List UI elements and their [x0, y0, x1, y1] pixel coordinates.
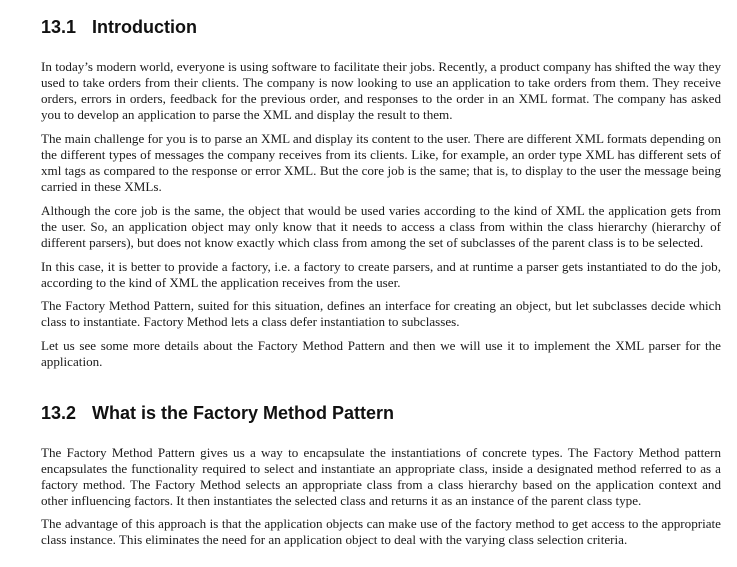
paragraph: The Factory Method Pattern gives us a wa…	[41, 445, 721, 508]
section-heading-introduction: 13.1 Introduction	[41, 16, 197, 38]
paragraph: Although the core job is the same, the o…	[41, 203, 721, 250]
paragraph: The advantage of this approach is that t…	[41, 516, 721, 547]
paragraph: In today’s modern world, everyone is usi…	[41, 59, 721, 122]
section-number: 13.2	[41, 403, 77, 423]
section-number: 13.1	[41, 17, 77, 37]
paragraph: In this case, it is better to provide a …	[41, 259, 721, 290]
paragraph: The main challenge for you is to parse a…	[41, 131, 721, 194]
section-title: What is the Factory Method Pattern	[92, 403, 395, 423]
section-heading-factory-method: 13.2 What is the Factory Method Pattern	[41, 402, 394, 424]
section-title: Introduction	[92, 17, 197, 37]
paragraph: Let us see some more details about the F…	[41, 338, 721, 369]
paragraph: The Factory Method Pattern, suited for t…	[41, 298, 721, 329]
